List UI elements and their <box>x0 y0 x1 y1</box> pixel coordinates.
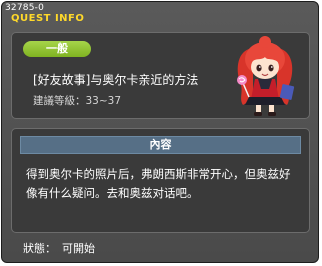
quest-name: [好友故事]与奥尔卡亲近的方法 <box>33 73 199 87</box>
level-range: 33~37 <box>85 95 122 107</box>
status-value: 可開始 <box>62 242 95 255</box>
quest-summary-panel: 一般 [好友故事]与奥尔卡亲近的方法 建議等級：33~37 <box>11 32 310 119</box>
recommended-level: 建議等級：33~37 <box>33 93 121 108</box>
quest-type-badge: 一般 <box>23 41 91 57</box>
npc-portrait-icon <box>237 36 295 116</box>
content-header: 內容 <box>20 136 301 154</box>
quest-content-panel: 內容 得到奥尔卡的照片后，弗朗西斯非常开心，但奥兹好像有什么疑问。去和奥兹对话吧… <box>11 128 310 233</box>
quest-id-tag: 32785-0 <box>5 3 45 13</box>
quest-status: 狀態： 可開始 <box>23 240 95 256</box>
status-label: 狀態： <box>23 242 56 255</box>
window-title: QUEST INFO <box>11 13 85 24</box>
quest-info-window: 32785-0 QUEST INFO 一般 [好友故事]与奥尔卡亲近的方法 建議… <box>1 1 319 263</box>
level-label: 建議等級： <box>33 95 86 107</box>
quest-description: 得到奥尔卡的照片后，弗朗西斯非常开心，但奥兹好像有什么疑问。去和奥兹对话吧。 <box>26 167 291 200</box>
